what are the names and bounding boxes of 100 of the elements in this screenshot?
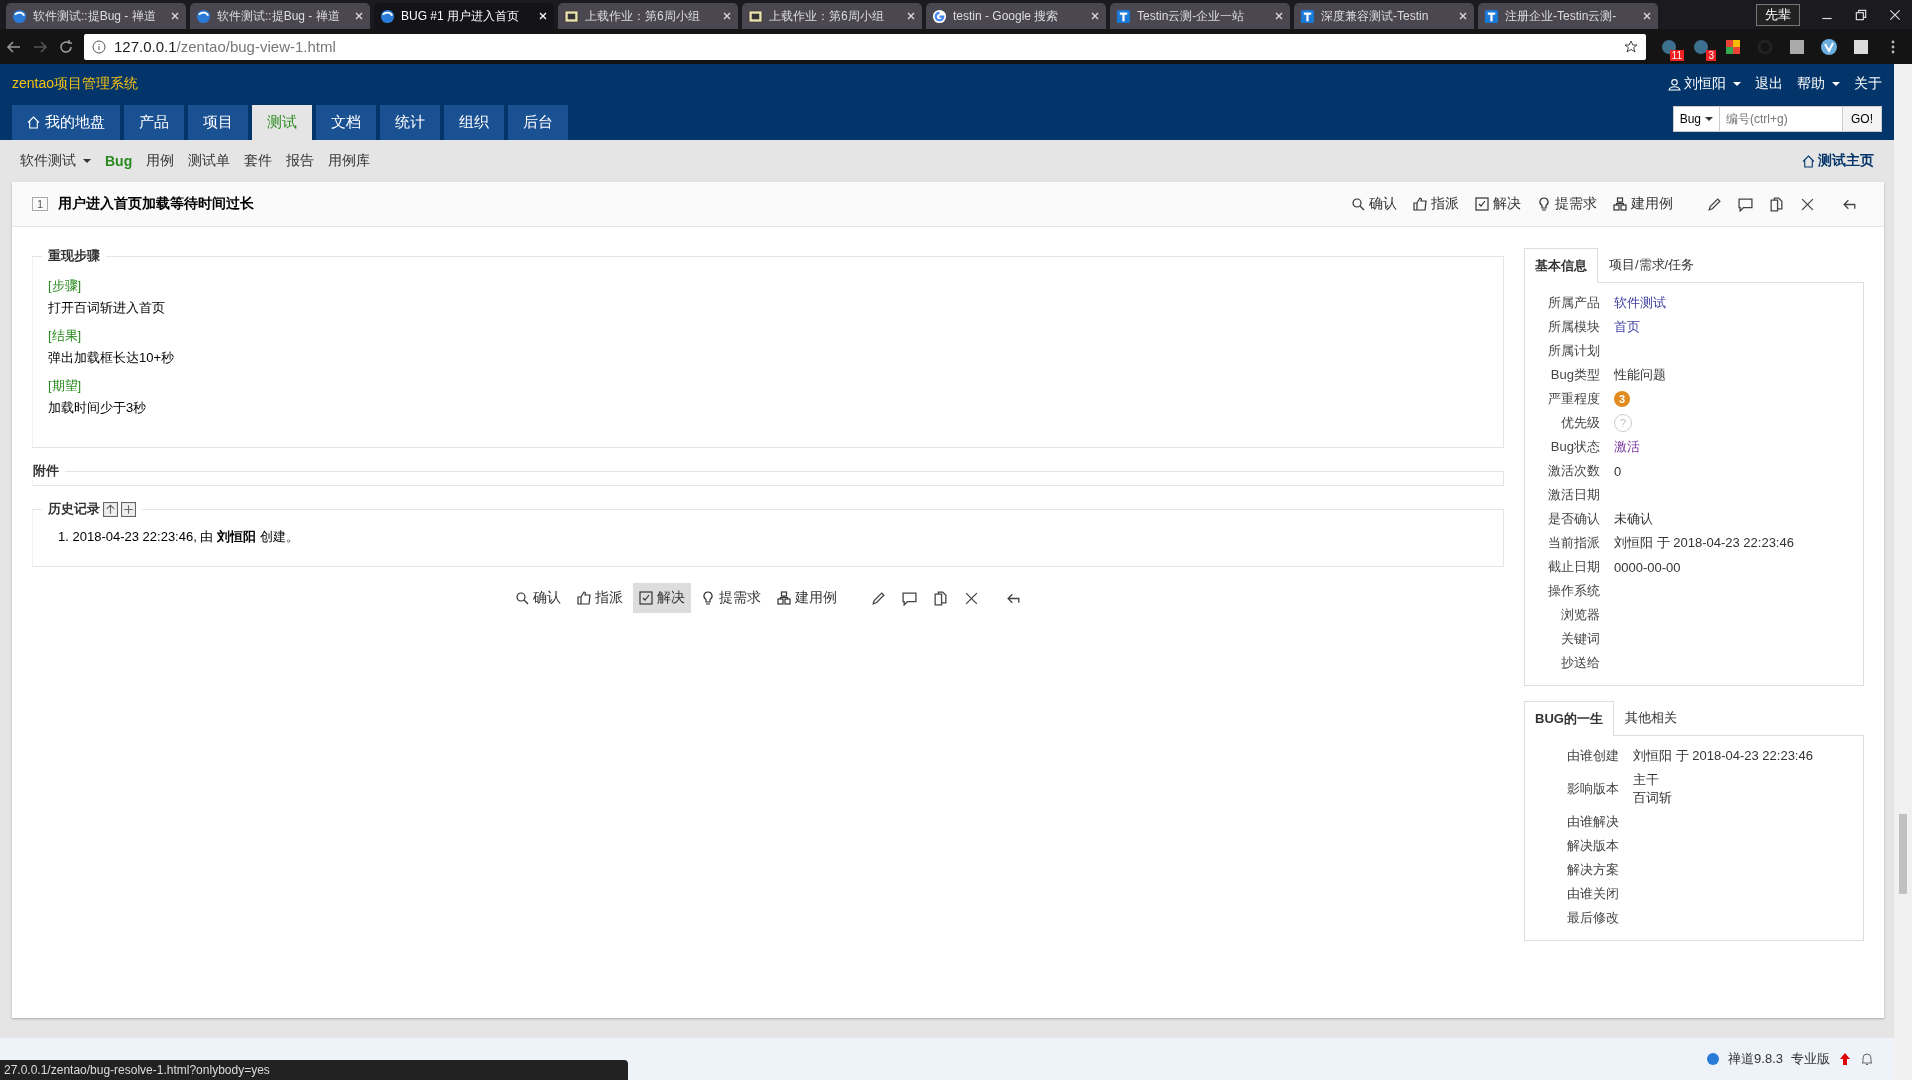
browser-tab[interactable]: 软件测试::提Bug - 禅道 [190,3,370,29]
test-home-link[interactable]: 测试主页 [1802,152,1874,170]
browser-tab[interactable]: 注册企业-Testin云测- [1478,3,1658,29]
user-menu[interactable]: 刘恒阳 [1668,75,1741,93]
bell-icon[interactable] [1860,1052,1874,1066]
browser-tab[interactable]: 软件测试::提Bug - 禅道 [6,3,186,29]
copy-icon[interactable] [932,590,948,606]
close-icon[interactable] [1274,11,1284,21]
action-button[interactable]: 解决 [632,583,691,613]
nav-tab[interactable]: 我的地盘 [12,105,120,140]
product-dropdown[interactable]: 软件测试 [20,152,91,170]
extension-icon[interactable] [1788,37,1806,56]
field-label: 严重程度 [1547,390,1600,408]
copy-icon[interactable] [1769,196,1784,212]
subnav-link[interactable]: 用例 [146,152,175,170]
nav-tab[interactable]: 产品 [124,105,184,140]
browser-tab[interactable]: 上载作业：第6周小组 [558,3,738,29]
reload-icon[interactable] [58,38,74,55]
field-label: 由谁创建 [1566,747,1619,765]
extension-icon[interactable] [1852,37,1870,56]
count-badge: 3 [1706,49,1716,61]
extension-icon[interactable] [1724,37,1742,56]
nav-tab[interactable]: 组织 [444,105,504,140]
header-link[interactable]: 关于 [1854,75,1882,93]
star-icon[interactable] [1624,39,1638,54]
field-label: 解决方案 [1566,861,1619,879]
action-button[interactable]: 解决 [1469,189,1527,219]
panel-tab[interactable]: 其他相关 [1613,700,1688,735]
step-tag: [结果] [48,327,1488,345]
user-icon [1668,77,1681,91]
close-icon[interactable] [963,590,979,606]
subnav-link[interactable]: 套件 [244,152,273,170]
action-button[interactable]: 确认 [508,583,567,613]
field-label: 由谁解决 [1566,813,1619,831]
browser-tab[interactable]: 上载作业：第6周小组 [742,3,922,29]
action-button[interactable]: 确认 [1345,189,1403,219]
action-button[interactable]: 建用例 [770,583,843,613]
edit-icon[interactable] [870,590,886,606]
close-icon[interactable] [1888,7,1902,22]
field-label: Bug类型 [1549,366,1600,384]
profile-button[interactable]: 先辈 [1756,3,1800,26]
nav-tab[interactable]: 统计 [380,105,440,140]
browser-tab[interactable]: 深度兼容测试-Testin [1294,3,1474,29]
field-value: 刘恒阳 于 2018-04-23 22:23:46 [1614,534,1794,552]
field-label: 影响版本 [1566,780,1619,798]
field-label: 当前指派 [1547,534,1600,552]
close-icon[interactable] [1642,11,1652,21]
field-value: 刘恒阳 于 2018-04-23 22:23:46 [1633,747,1813,765]
search-icon [1351,197,1365,211]
action-button[interactable]: 提需求 [1531,189,1603,219]
edit-icon[interactable] [1707,196,1722,212]
info-icon [92,39,106,54]
action-button[interactable]: 指派 [1407,189,1465,219]
panel-tab[interactable]: 项目/需求/任务 [1598,247,1706,282]
field-link[interactable]: 软件测试 [1614,294,1666,312]
nav-tab[interactable]: 文档 [316,105,376,140]
action-button[interactable]: 建用例 [1607,189,1679,219]
comment-icon[interactable] [1738,196,1753,212]
nav-tab[interactable]: 后台 [508,105,568,140]
nav-tab[interactable]: 项目 [188,105,248,140]
browser-tab[interactable]: Testin云测-企业一站 [1110,3,1290,29]
action-button[interactable]: 提需求 [694,583,767,613]
close-icon[interactable] [722,11,732,21]
close-icon[interactable] [1458,11,1468,21]
field-link[interactable]: 首页 [1614,318,1640,336]
field-label: 关键词 [1560,630,1600,648]
subnav-link[interactable]: Bug [105,153,133,169]
back-arrow-icon[interactable] [6,38,22,55]
globe-icon [196,8,211,24]
address-bar[interactable]: 127.0.0.1/zentao/bug-view-1.html [84,33,1646,60]
close-icon[interactable] [1090,11,1100,21]
field-label: 截止日期 [1547,558,1600,576]
subnav-link[interactable]: 报告 [286,152,315,170]
extension-icon[interactable] [1820,37,1838,56]
thumbs-up-icon [1413,197,1427,211]
testin-icon [1116,8,1131,24]
browser-tab[interactable]: BUG #1 用户进入首页 [374,3,554,29]
expand-icon[interactable] [121,501,136,517]
header-link[interactable]: 帮助 [1797,75,1840,93]
step-tag: [期望] [48,377,1488,395]
restore-icon[interactable] [1854,7,1868,22]
panel-tab[interactable]: 基本信息 [1524,248,1598,283]
header-link[interactable]: 退出 [1755,75,1783,93]
close-icon[interactable] [906,11,916,21]
action-button[interactable]: 指派 [570,583,629,613]
close-icon[interactable] [170,11,180,21]
panel-tab[interactable]: BUG的一生 [1524,701,1614,736]
sort-up-icon[interactable] [103,501,118,517]
status-url: 27.0.0.1/zentao/bug-resolve-1.html?onlybody=yes [0,1060,628,1080]
scrollbar-thumb[interactable] [1899,814,1907,894]
nav-tab[interactable]: 测试 [252,105,312,140]
subnav-link[interactable]: 用例库 [328,152,371,170]
subnav-link[interactable]: 测试单 [188,152,231,170]
forward-arrow-icon[interactable] [32,38,48,55]
tab-title: testin - Google 搜索 [953,7,1060,25]
close-icon[interactable] [1800,196,1815,212]
comment-icon[interactable] [901,590,917,606]
close-icon[interactable] [354,11,364,21]
google-icon [932,8,947,24]
browser-tab[interactable]: testin - Google 搜索 [926,3,1106,29]
